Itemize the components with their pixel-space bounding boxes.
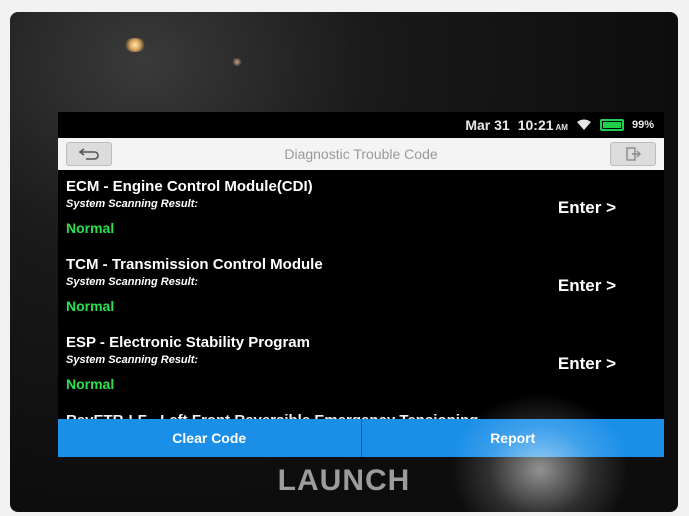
device-brand-logo: LAUNCH xyxy=(277,464,411,497)
bottom-action-bar: Clear Code Report xyxy=(58,419,664,457)
system-row-ecm: ECM - Engine Control Module(CDI) System … xyxy=(66,178,656,256)
back-arrow-icon xyxy=(78,148,99,160)
system-list: ECM - Engine Control Module(CDI) System … xyxy=(58,170,664,432)
system-status: Normal xyxy=(66,376,115,392)
enter-button-tcm[interactable]: Enter > xyxy=(558,276,616,296)
system-status: Normal xyxy=(66,298,115,314)
camera-light-reflection xyxy=(124,38,146,52)
page-title: Diagnostic Trouble Code xyxy=(284,146,438,162)
system-name: ESP - Electronic Stability Program xyxy=(66,334,310,351)
system-scan-label: System Scanning Result: xyxy=(66,276,199,288)
enter-button-ecm[interactable]: Enter > xyxy=(558,198,616,218)
report-button[interactable]: Report xyxy=(360,419,665,457)
system-name: ECM - Engine Control Module(CDI) xyxy=(66,178,313,195)
back-button[interactable] xyxy=(66,142,112,166)
battery-level-fill xyxy=(602,122,621,128)
clear-code-button[interactable]: Clear Code xyxy=(58,419,361,457)
exit-button[interactable] xyxy=(610,142,656,166)
battery-icon xyxy=(599,119,624,131)
wifi-icon xyxy=(576,119,591,130)
light-reflection xyxy=(232,58,242,66)
system-scan-label: System Scanning Result: xyxy=(66,198,199,210)
status-bar: Mar 31 10:21 AM 99% xyxy=(58,112,664,138)
exit-icon xyxy=(626,147,641,161)
system-row-tcm: TCM - Transmission Control Module System… xyxy=(66,256,656,334)
status-time: 10:21 AM xyxy=(517,117,568,133)
title-bar: Diagnostic Trouble Code xyxy=(58,138,664,170)
battery-percent: 99% xyxy=(631,119,654,131)
device-screen: Mar 31 10:21 AM 99% Diagnostic Trouble Co… xyxy=(58,112,664,457)
device-frame: Mar 31 10:21 AM 99% Diagnostic Trouble Co… xyxy=(10,12,678,512)
enter-button-esp[interactable]: Enter > xyxy=(558,354,616,374)
system-status: Normal xyxy=(66,220,115,236)
status-date: Mar 31 xyxy=(465,117,510,133)
system-scan-label: System Scanning Result: xyxy=(66,354,199,366)
status-ampm: AM xyxy=(555,123,568,132)
system-name: TCM - Transmission Control Module xyxy=(66,256,323,273)
system-row-esp: ESP - Electronic Stability Program Syste… xyxy=(66,334,656,412)
